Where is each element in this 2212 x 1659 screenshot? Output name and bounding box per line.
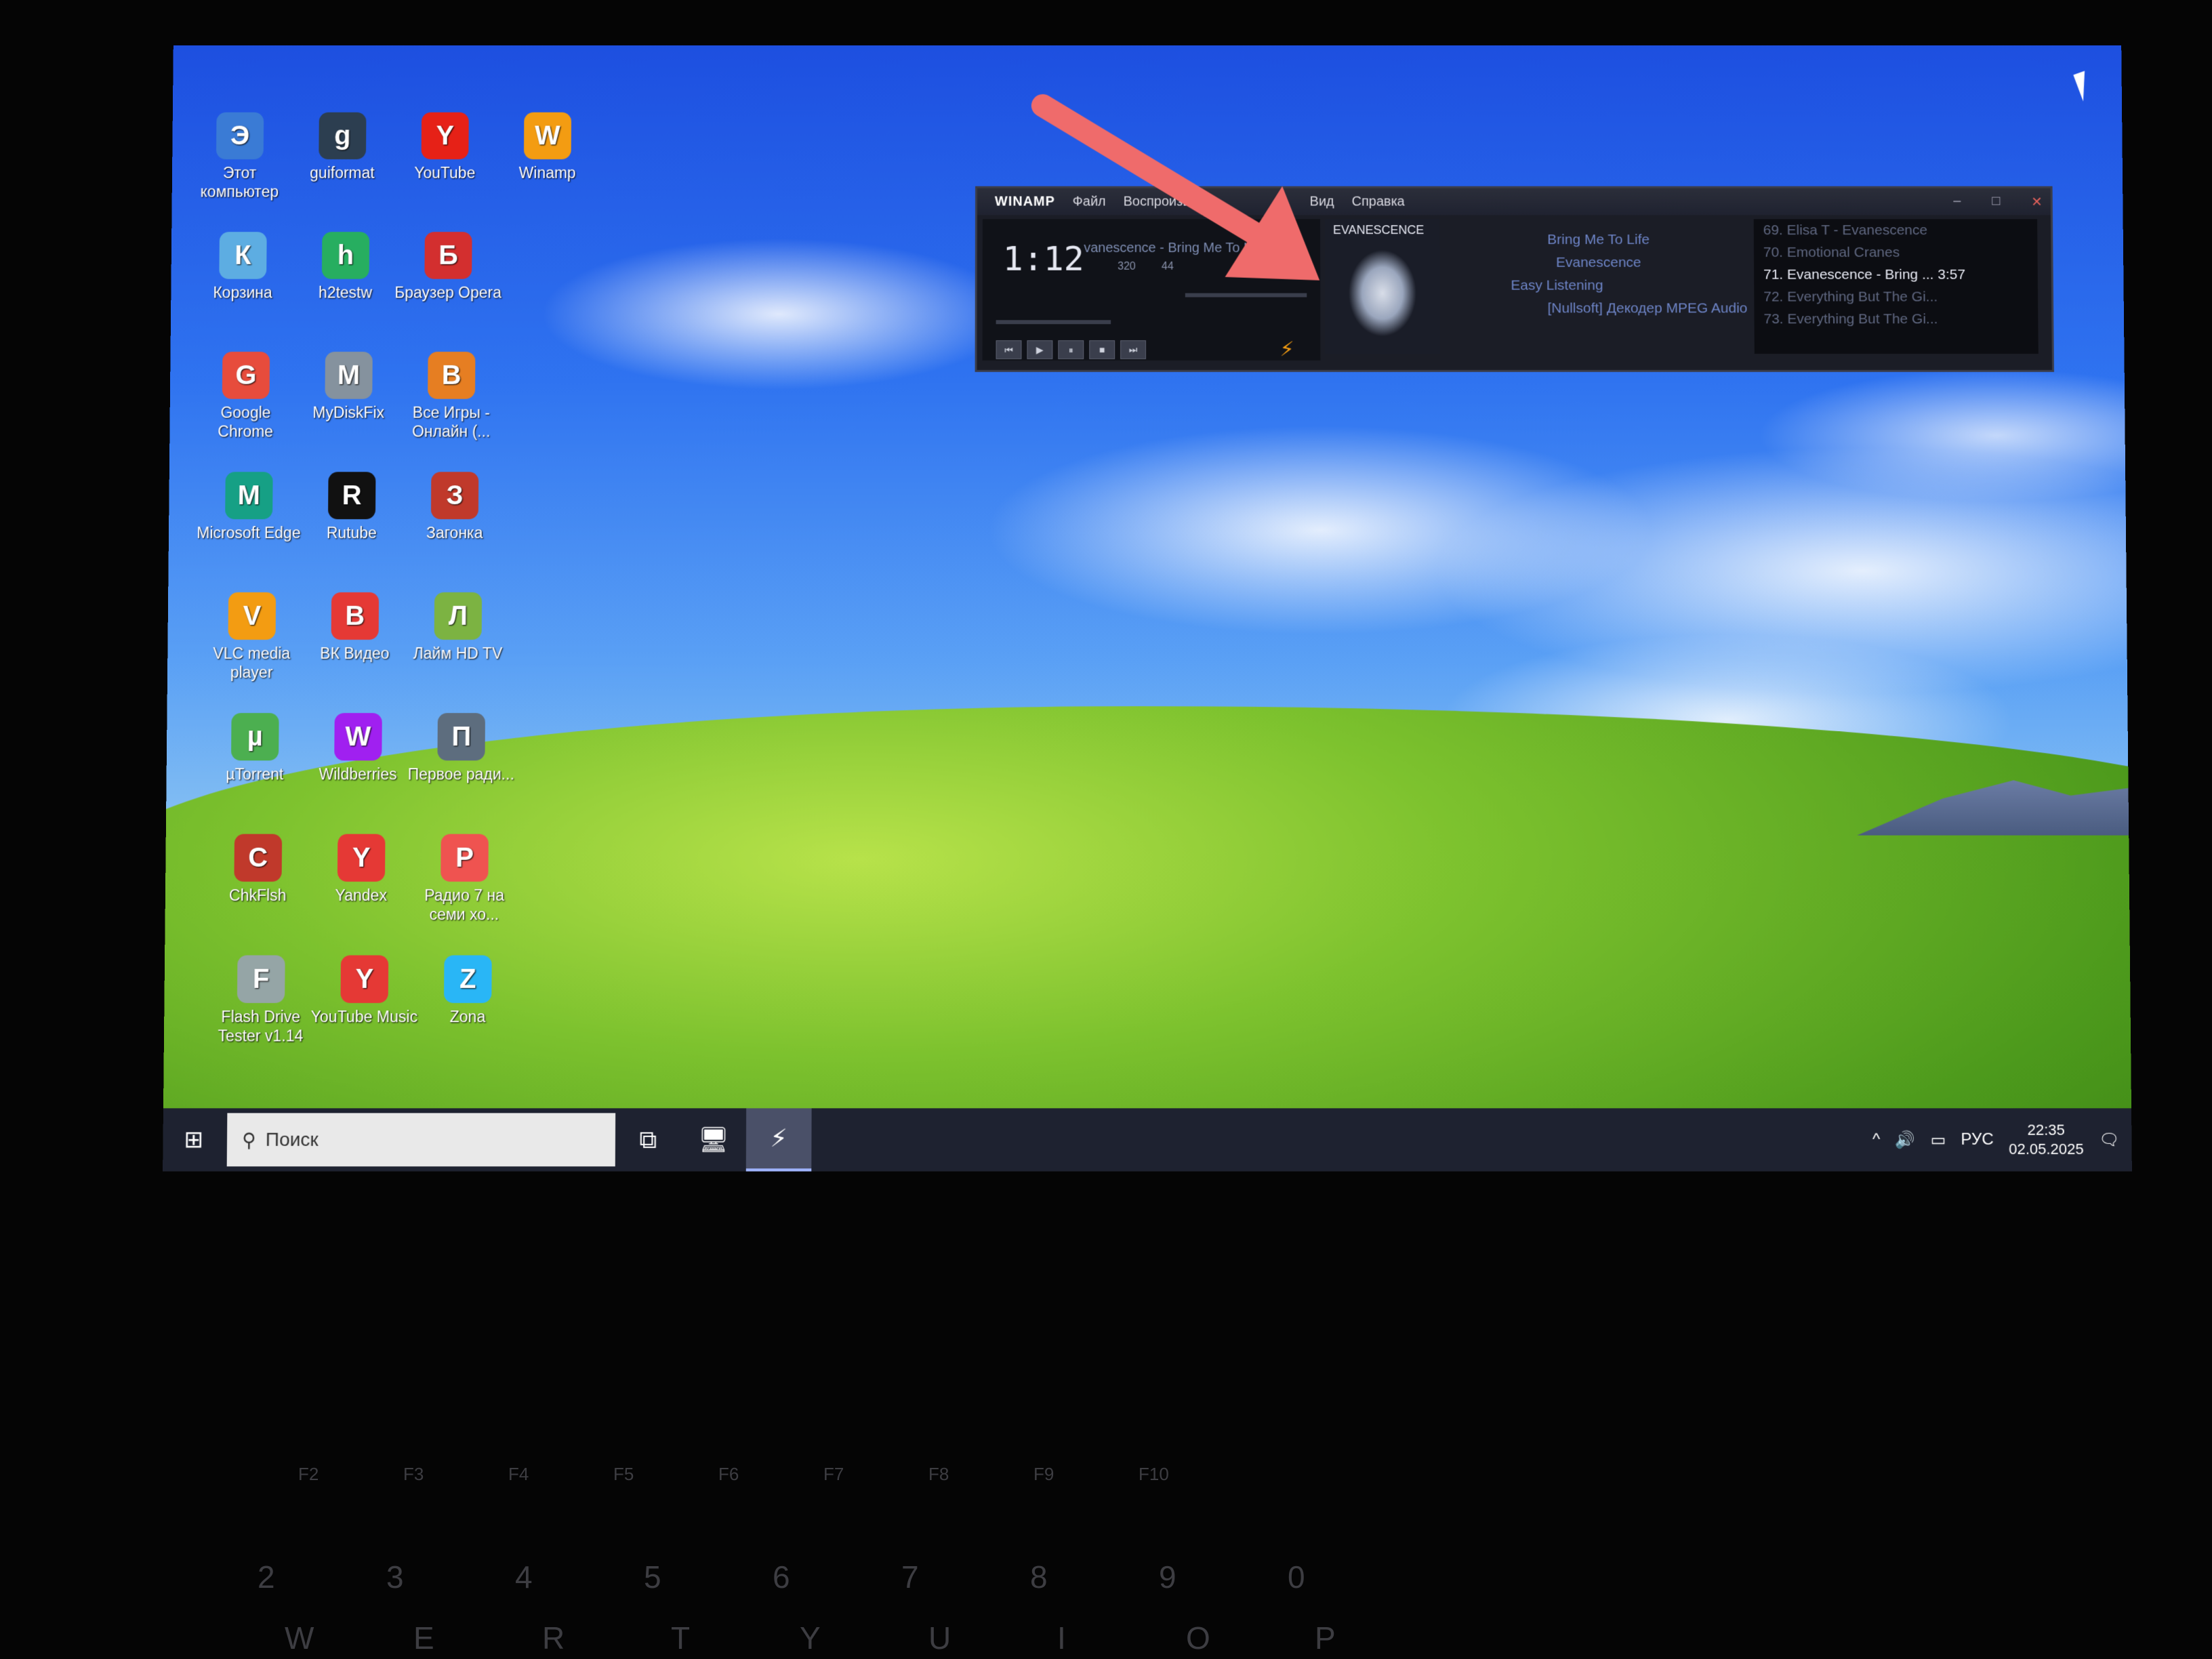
winamp-taskbar-icon[interactable]: ⚡	[745, 1108, 812, 1172]
key: O	[1186, 1620, 1210, 1656]
key: R	[542, 1620, 565, 1656]
key: F3	[403, 1464, 424, 1484]
key: U	[928, 1620, 951, 1656]
key: W	[285, 1620, 314, 1656]
key: 9	[1159, 1559, 1176, 1595]
language-indicator[interactable]: РУС	[1961, 1130, 1994, 1149]
clock-time: 22:35	[2027, 1121, 2065, 1139]
clock[interactable]: 22:35 02.05.2025	[2009, 1121, 2084, 1160]
system-tray: ^ 🔊 ▭ РУС 22:35 02.05.2025 🗨	[1872, 1121, 2132, 1160]
key: F8	[928, 1464, 949, 1484]
laptop-keyboard: F2 F3 F4 F5 F6 F7 F8 F9 F10 2 3 4 5 6 7 8 9 0 W E R T Y U I O P	[0, 1423, 2212, 1659]
key: F6	[718, 1464, 739, 1484]
key: 0	[1288, 1559, 1305, 1595]
key: 8	[1030, 1559, 1048, 1595]
speaker-icon[interactable]: 🔊	[1895, 1130, 1915, 1149]
notifications-icon[interactable]: 🗨	[2099, 1130, 2120, 1149]
key: T	[671, 1620, 691, 1656]
key: 2	[258, 1559, 275, 1595]
desktop-screen: Э Этот компьютер g guiformat Y YouTube W Winamp…	[163, 45, 2132, 1172]
task-view-icon[interactable]: ⧉	[615, 1108, 681, 1171]
key: 4	[515, 1559, 533, 1595]
key: 6	[773, 1559, 790, 1595]
windows-icon[interactable]: ⊞	[163, 1108, 224, 1171]
key: I	[1057, 1620, 1066, 1656]
key: 5	[644, 1559, 661, 1595]
key: F7	[823, 1464, 844, 1484]
taskbar: ⊞ ⚲ Поиск ⧉ 🖥 ⚡ ^ 🔊 ▭ РУС 22:35 02.05.20…	[163, 1108, 2132, 1172]
key: F2	[298, 1464, 319, 1484]
chevron-up-icon[interactable]: ^	[1872, 1130, 1881, 1149]
computer-taskbar-icon[interactable]: 🖥	[680, 1108, 746, 1171]
search-placeholder: Поиск	[265, 1128, 319, 1150]
key: E	[413, 1620, 434, 1656]
key: 7	[901, 1559, 919, 1595]
key: F5	[613, 1464, 634, 1484]
key: F9	[1033, 1464, 1054, 1484]
key: 3	[386, 1559, 404, 1595]
arrow-shaft	[1043, 106, 1266, 240]
key: F10	[1139, 1464, 1169, 1484]
key: Y	[800, 1620, 821, 1656]
key: P	[1315, 1620, 1336, 1656]
battery-icon[interactable]: ▭	[1930, 1130, 1946, 1149]
annotation-arrow	[163, 45, 1320, 1171]
key: F4	[508, 1464, 529, 1484]
clock-date: 02.05.2025	[2008, 1140, 2084, 1158]
search-box[interactable]: ⚲ Поиск	[226, 1113, 616, 1167]
search-icon: ⚲	[242, 1129, 256, 1151]
